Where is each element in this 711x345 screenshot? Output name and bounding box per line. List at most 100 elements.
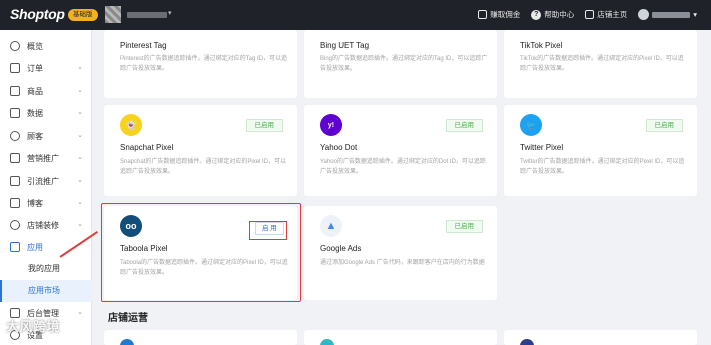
help-icon: ? xyxy=(531,9,542,20)
plan-badge[interactable]: 基础版 xyxy=(68,9,98,21)
sidebar-item-label: 应用 xyxy=(27,242,43,252)
yahoo-icon: y! xyxy=(320,114,342,136)
sidebar-item-label: 数据 xyxy=(27,108,43,118)
chevron-down-icon: ⌄ xyxy=(77,132,83,139)
app-card-description: 通过添加Google Ads 广告代码，来跟踪客户在店内的行为数据 xyxy=(320,260,485,266)
app-card-partial[interactable] xyxy=(104,330,297,345)
watermark: 大风跨境 xyxy=(6,319,61,334)
app-card-description: TikTok的广告数据追踪插件。通过绑定对应的Pixel ID，可以追踪广告投放… xyxy=(520,56,684,72)
app-icon xyxy=(520,339,534,345)
avatar xyxy=(638,9,650,20)
home-icon xyxy=(585,10,595,19)
app-card-title: Google Ads xyxy=(320,244,362,253)
app-icon xyxy=(120,339,134,345)
customer-icon xyxy=(10,131,20,141)
app-card-description: Snapchat的广告数据追踪插件。通过绑定对应的Pixel ID，可以追踪广告… xyxy=(120,159,287,175)
sidebar-item-label: 营销推广 xyxy=(27,153,59,163)
top-bar: Shoptop 基础版 ▾ 赚取佣金 ? 帮助中心 店铺主页 ▾ xyxy=(0,0,711,30)
sidebar-item-customers[interactable]: 顾客 ⌄ xyxy=(0,125,92,147)
app-card-yahoo[interactable]: y! 已启用 Yahoo Dot Yahoo的广告数据追踪插件。通过绑定对应的D… xyxy=(304,105,497,196)
chevron-down-icon: ⌄ xyxy=(77,309,83,316)
highlight-box xyxy=(249,221,287,240)
apps-icon xyxy=(10,242,20,252)
sidebar-item-apps[interactable]: 应用 ⌃ xyxy=(0,236,92,258)
sidebar-item-products[interactable]: 商品 ⌄ xyxy=(0,80,92,102)
app-card-description: Twitter的广告数据追踪插件。通过绑定对应的Pixel ID，可以追踪广告投… xyxy=(520,159,685,175)
app-card-google-ads[interactable]: ▲ 已启用 Google Ads 通过添加Google Ads 广告代码，来跟踪… xyxy=(304,206,497,300)
gift-icon xyxy=(478,10,488,19)
app-card-description: Bing的广告数据追踪插件。通过绑定对应的Tag ID，可以追踪广告投放效果。 xyxy=(320,56,488,72)
store-home-label: 店铺主页 xyxy=(597,10,628,19)
logo[interactable]: Shoptop xyxy=(10,6,65,22)
google-ads-icon: ▲ xyxy=(320,215,342,237)
app-card-description: Yahoo的广告数据追踪插件。通过绑定对应的Dot ID，可以追踪广告投放效果。 xyxy=(320,159,486,175)
app-card-partial[interactable] xyxy=(304,330,497,345)
app-card-twitter[interactable]: 🐦 已启用 Twitter Pixel Twitter的广告数据追踪插件。通过绑… xyxy=(504,105,697,196)
top-right-menu: 赚取佣金 ? 帮助中心 店铺主页 ▾ xyxy=(478,9,697,20)
store-name[interactable] xyxy=(127,12,167,18)
app-card-title: TikTok Pixel xyxy=(520,41,563,50)
chevron-down-icon: ⌄ xyxy=(77,177,83,184)
traffic-icon xyxy=(10,176,20,186)
section-title: 店铺运营 xyxy=(108,313,148,324)
sidebar-item-marketing[interactable]: 营销推广 ⌄ xyxy=(0,147,92,169)
app-card-title: Twitter Pixel xyxy=(520,143,564,152)
sidebar-item-label: 顾客 xyxy=(27,131,43,141)
app-card-title: Pinterest Tag xyxy=(120,41,167,50)
sidebar-item-design[interactable]: 店铺装修 ⌄ xyxy=(0,214,92,236)
design-icon xyxy=(10,220,20,230)
chevron-down-icon: ⌄ xyxy=(77,87,83,94)
app-card-snapchat[interactable]: 👻 已启用 Snapchat Pixel Snapchat的广告数据追踪插件。通… xyxy=(104,105,297,196)
app-card-partial[interactable] xyxy=(504,330,697,345)
sidebar-item-orders[interactable]: 订单 ⌄ xyxy=(0,57,92,79)
earn-commission-link[interactable]: 赚取佣金 xyxy=(478,9,520,20)
status-badge: 已启用 xyxy=(645,119,683,132)
dashboard-icon xyxy=(10,41,20,51)
app-card-title: Yahoo Dot xyxy=(320,143,358,152)
marketing-icon xyxy=(10,153,20,163)
sidebar-item-traffic[interactable]: 引流推广 ⌄ xyxy=(0,170,92,192)
sidebar-item-label: 店铺装修 xyxy=(27,220,59,230)
sidebar-item-overview[interactable]: 概览 xyxy=(0,35,92,57)
status-badge: 已启用 xyxy=(245,119,283,132)
app-card-title: Bing UET Tag xyxy=(320,41,370,50)
status-badge: 已启用 xyxy=(445,220,483,233)
user-menu[interactable]: ▾ xyxy=(638,9,697,20)
app-card-tiktok[interactable]: TikTok Pixel TikTok的广告数据追踪插件。通过绑定对应的Pixe… xyxy=(504,30,697,98)
sidebar-item-data[interactable]: 数据 ⌄ xyxy=(0,102,92,124)
chevron-down-icon: ⌄ xyxy=(77,64,83,71)
snapchat-icon: 👻 xyxy=(120,114,142,136)
logo-text: Shoptop xyxy=(10,6,65,22)
status-badge: 已启用 xyxy=(445,119,483,132)
product-icon xyxy=(10,86,20,96)
user-name xyxy=(652,11,691,18)
app-icon xyxy=(320,339,334,345)
sidebar-subitem-app-market[interactable]: 应用市场 xyxy=(0,280,92,302)
chevron-down-icon: ▾ xyxy=(693,10,697,19)
help-center-label: 帮助中心 xyxy=(544,10,575,19)
chevron-down-icon[interactable]: ▾ xyxy=(168,9,172,17)
sidebar-item-blog[interactable]: 博客 ⌄ xyxy=(0,192,92,214)
order-icon xyxy=(10,63,20,73)
app-card-description: Pinterest的广告数据追踪插件。通过绑定对应的Tag ID，可以追踪广告投… xyxy=(120,56,288,72)
sidebar-item-label: 商品 xyxy=(27,86,43,96)
app-card-title: Snapchat Pixel xyxy=(120,143,174,152)
sidebar-subitem-my-apps[interactable]: 我的应用 xyxy=(0,258,92,280)
store-avatar[interactable] xyxy=(105,6,121,23)
data-icon xyxy=(10,108,20,118)
app-card-pinterest[interactable]: Pinterest Tag Pinterest的广告数据追踪插件。通过绑定对应的… xyxy=(104,30,297,98)
chevron-down-icon: ⌄ xyxy=(77,109,83,116)
app-card-bing[interactable]: Bing UET Tag Bing的广告数据追踪插件。通过绑定对应的Tag ID… xyxy=(304,30,497,98)
sidebar: 概览 订单 ⌄ 商品 ⌄ 数据 ⌄ 顾客 ⌄ 营销推广 ⌄ 引流推广 ⌄ 博客 … xyxy=(0,30,92,345)
sidebar-item-label: 引流推广 xyxy=(27,176,59,186)
sidebar-item-label: 订单 xyxy=(27,63,43,73)
highlight-box xyxy=(101,203,301,302)
sidebar-item-label: 概览 xyxy=(27,41,43,51)
chevron-down-icon: ⌄ xyxy=(77,154,83,161)
earn-commission-label: 赚取佣金 xyxy=(490,10,521,19)
twitter-icon: 🐦 xyxy=(520,114,542,136)
chevron-down-icon: ⌄ xyxy=(77,199,83,206)
store-home-link[interactable]: 店铺主页 xyxy=(585,9,627,20)
help-center-link[interactable]: ? 帮助中心 xyxy=(531,9,574,20)
chevron-down-icon: ⌄ xyxy=(77,221,83,228)
